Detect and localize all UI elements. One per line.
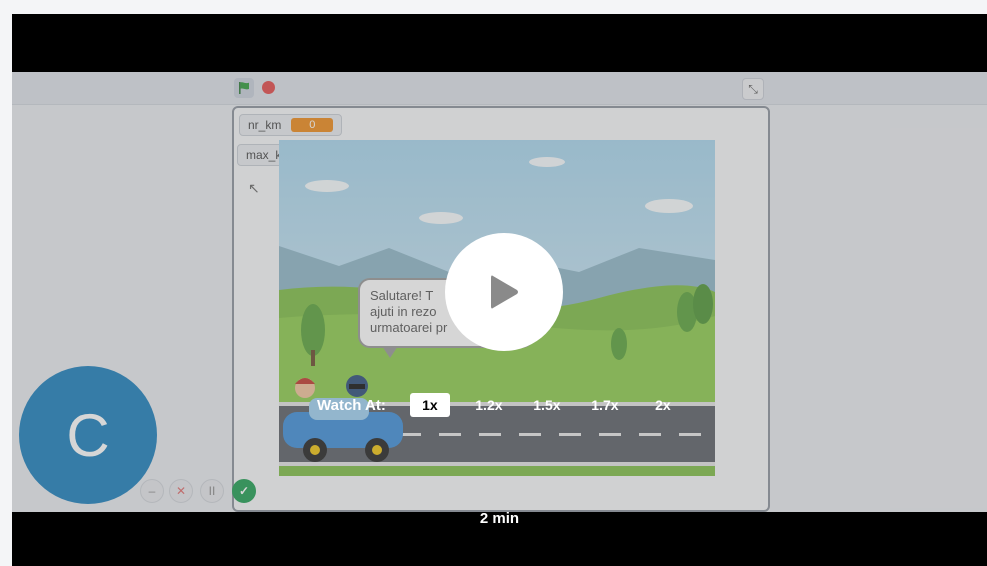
speed-option-1.7x[interactable]: 1.7x — [576, 397, 634, 413]
playback-speed-bar: Watch At: 1x 1.2x 1.5x 1.7x 2x — [317, 393, 692, 417]
play-button[interactable] — [445, 233, 563, 351]
video-frame: ⤡ nr_km 0 max_km 0 ↖ — [12, 72, 987, 512]
watch-at-label: Watch At: — [317, 396, 386, 414]
video-player[interactable]: ⤡ nr_km 0 max_km 0 ↖ — [12, 14, 987, 566]
speed-option-1.5x[interactable]: 1.5x — [518, 397, 576, 413]
speed-option-2x[interactable]: 2x — [634, 397, 692, 413]
speed-option-1.2x[interactable]: 1.2x — [460, 397, 518, 413]
video-duration: 2 min — [479, 510, 520, 527]
play-icon — [491, 275, 518, 309]
speed-option-1x[interactable]: 1x — [409, 393, 450, 417]
